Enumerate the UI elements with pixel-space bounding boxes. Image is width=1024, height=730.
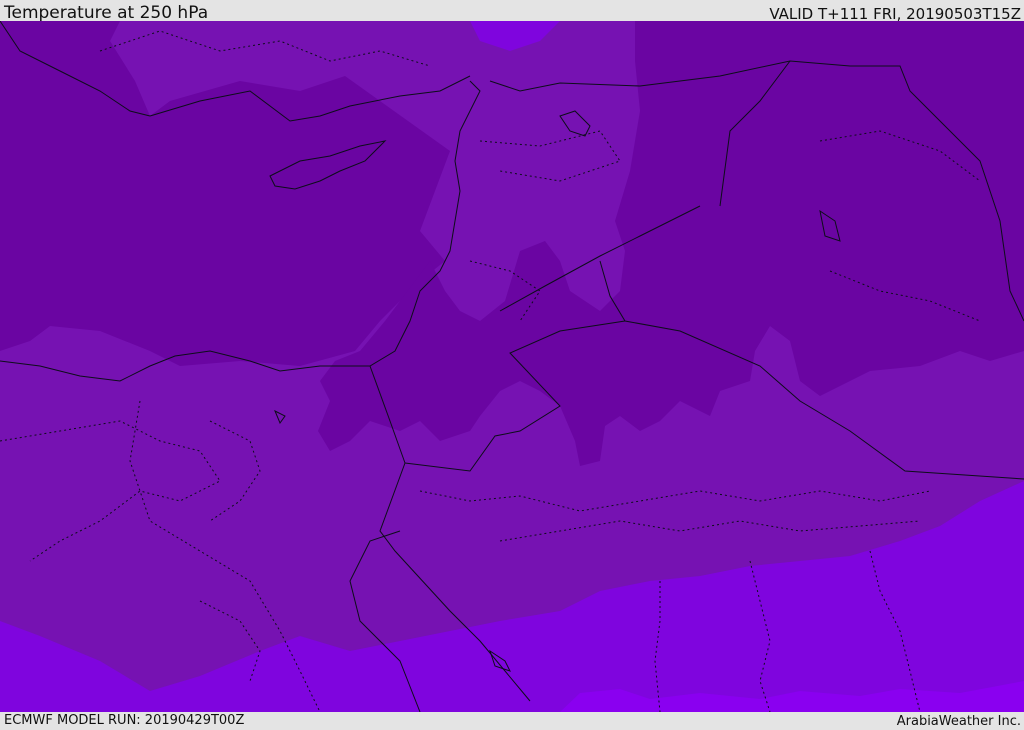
map-canvas bbox=[0, 21, 1024, 712]
header-bar: Temperature at 250 hPa VALID T+111 FRI, … bbox=[0, 0, 1024, 23]
footer-bar: ECMWF MODEL RUN: 20190429T00Z ArabiaWeat… bbox=[0, 712, 1024, 729]
credit-text: ArabiaWeather Inc. bbox=[896, 714, 1021, 729]
temperature-map[interactable] bbox=[0, 21, 1024, 712]
map-title: Temperature at 250 hPa bbox=[4, 3, 209, 23]
model-run: ECMWF MODEL RUN: 20190429T00Z bbox=[4, 713, 245, 728]
